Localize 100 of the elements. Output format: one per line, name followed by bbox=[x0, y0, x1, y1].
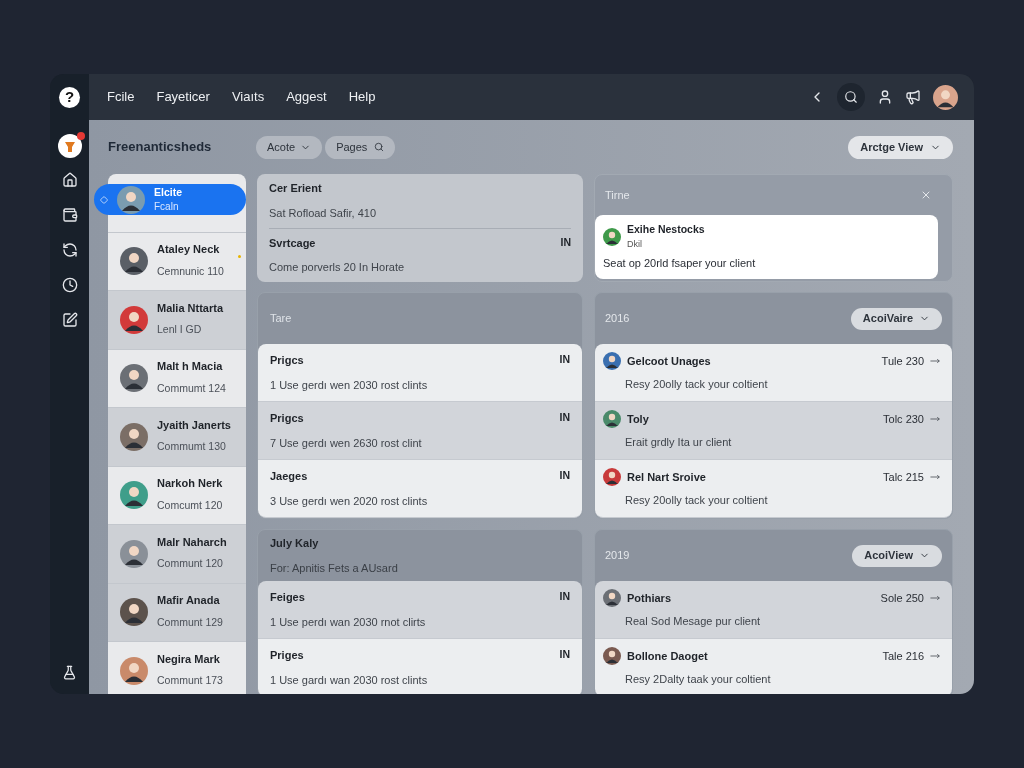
menu-item[interactable]: Help bbox=[348, 87, 376, 107]
group-title: 2016 bbox=[605, 311, 630, 327]
message-text: Erait grdly Ita ur client bbox=[624, 435, 733, 451]
contact-item[interactable]: Malt h Macia Commumt 124 bbox=[108, 349, 246, 408]
contact-item[interactable]: Ataley Neck Cemnunic 110 bbox=[108, 232, 246, 291]
search-icon bbox=[844, 90, 858, 104]
edit-icon[interactable] bbox=[61, 312, 78, 328]
group-title: July Kaly bbox=[270, 536, 320, 551]
avatar-icon bbox=[117, 185, 145, 214]
contact-subtitle: Communt 173 bbox=[157, 673, 223, 689]
message-time: Talc 215 bbox=[883, 470, 924, 485]
user-icon[interactable] bbox=[877, 89, 893, 105]
contact-item[interactable]: Narkoh Nerk Comcumt 120 bbox=[108, 466, 246, 525]
sender-name: Gelcoot Unages bbox=[627, 354, 711, 369]
message-text: Real Sod Mesage pur client bbox=[624, 614, 762, 630]
contact-subtitle: Fcaln bbox=[154, 200, 180, 213]
search-icon bbox=[374, 142, 385, 152]
contact-name: Malia Nttarta bbox=[157, 300, 224, 316]
filter-dropdown[interactable]: Acote bbox=[256, 135, 323, 159]
sender-meta: Dkil bbox=[627, 237, 643, 251]
group-title: 2019 bbox=[605, 548, 630, 564]
contact-subtitle: Commumt 130 bbox=[157, 439, 227, 455]
contact-name: Narkoh Nerk bbox=[157, 476, 223, 492]
contact-item[interactable]: Elcite Fcaln bbox=[94, 184, 246, 215]
contact-subtitle: Cemnunic 110 bbox=[157, 263, 224, 279]
view-dropdown[interactable]: AcoiView bbox=[852, 544, 942, 567]
item-tag: IN bbox=[559, 468, 570, 485]
contact-item[interactable]: Mafir Anada Communt 129 bbox=[108, 583, 246, 642]
sender-name: Rel Nart Sroive bbox=[627, 470, 706, 485]
message-item[interactable]: Toly Tolc 230 Erait grdly Ita ur client bbox=[595, 402, 952, 460]
contact-name: Mafir Anada bbox=[157, 593, 221, 609]
message-item[interactable]: Pothiars Sole 250 Real Sod Mesage pur client bbox=[595, 581, 952, 639]
avatar-icon bbox=[603, 410, 621, 429]
item-title: Jaeges bbox=[270, 469, 308, 484]
profile-avatar-icon[interactable] bbox=[57, 134, 82, 158]
menu-item[interactable]: Fcile bbox=[107, 87, 135, 107]
message-item[interactable]: Bollone Daoget Tale 216 Resy 2Dalty taak your coltient bbox=[595, 639, 952, 694]
megaphone-icon[interactable] bbox=[905, 89, 921, 105]
message-time: Tale 216 bbox=[882, 649, 924, 664]
page-title: Freenanticsheds bbox=[108, 138, 213, 157]
view-dropdown[interactable]: AcoiVaire bbox=[850, 307, 942, 330]
item-tag: IN bbox=[560, 234, 571, 252]
search-button[interactable] bbox=[837, 83, 865, 111]
refresh-icon[interactable] bbox=[61, 242, 78, 258]
list-item[interactable]: Priges IN 1 Use gardı wan 2030 rost clints bbox=[258, 639, 582, 694]
message-item[interactable]: Rel Nart Sroive Talc 215 Resy 20olly tack your coltient bbox=[595, 460, 952, 518]
avatar-icon bbox=[120, 247, 148, 276]
avatar-icon bbox=[120, 656, 148, 685]
item-tag: IN bbox=[559, 410, 570, 427]
item-tag: IN bbox=[559, 589, 570, 606]
search-field[interactable]: Pages bbox=[325, 135, 396, 159]
menu-item[interactable]: Fayeticer bbox=[156, 87, 210, 107]
item-title: Prigcs bbox=[270, 353, 304, 368]
item-tag: IN bbox=[559, 352, 570, 369]
avatar-icon bbox=[120, 481, 148, 510]
item-title: Priges bbox=[270, 648, 304, 663]
avatar-icon bbox=[120, 539, 148, 568]
user-avatar-icon bbox=[933, 84, 958, 110]
contact-subtitle: Communt 120 bbox=[157, 556, 224, 572]
clock-icon[interactable] bbox=[61, 277, 78, 293]
menu-item[interactable]: Aggest bbox=[286, 87, 327, 107]
avatar-icon bbox=[120, 422, 148, 451]
sender-name: Bollone Daoget bbox=[627, 649, 708, 664]
item-subtitle: Sat Rofload Safir, 410 bbox=[269, 205, 377, 221]
diamond-icon bbox=[100, 195, 108, 204]
list-item[interactable]: Feiges IN 1 Use perdı wan 2030 rnot clirts bbox=[258, 581, 582, 639]
sender-name: Toly bbox=[627, 412, 649, 427]
contact-subtitle: Communt 129 bbox=[157, 614, 223, 630]
list-item[interactable]: Jaeges IN 3 Use gerdı wen 2020 rost clints bbox=[258, 460, 582, 518]
panel-title: Tirne bbox=[605, 187, 630, 203]
contact-name: Ataley Neck bbox=[157, 242, 221, 258]
contact-item[interactable]: Malia Nttarta Lenl I GD bbox=[108, 291, 246, 350]
avatar-icon bbox=[603, 352, 621, 371]
view-dropdown[interactable]: Arctge View bbox=[848, 135, 953, 159]
menu-item[interactable]: Viaıts bbox=[231, 87, 265, 107]
avatar-icon bbox=[603, 647, 621, 666]
contact-item[interactable]: Jyaith Janerts Commumt 130 bbox=[108, 408, 246, 467]
wallet-icon[interactable] bbox=[61, 207, 78, 223]
item-subtitle: 1 Use gerdı wen 2030 rost clints bbox=[270, 377, 429, 393]
message-time: Tolc 230 bbox=[883, 412, 924, 427]
item-title: Cer Erient bbox=[269, 181, 322, 197]
home-icon[interactable] bbox=[61, 172, 78, 188]
message-time: Tule 230 bbox=[881, 354, 924, 369]
message-item[interactable]: Gelcoot Unages Tule 230 Resy 20olly tack your coltient bbox=[595, 344, 952, 402]
list-item[interactable]: Prigcs IN 7 Use gerdı wen 2630 rost clint bbox=[258, 402, 582, 460]
notification-card[interactable]: Exihe Nestocks Dkil Seat op 20rld fsaper your client bbox=[595, 215, 938, 279]
contact-item[interactable]: Malr Naharch Communt 120 bbox=[108, 525, 246, 584]
avatar-icon bbox=[120, 598, 148, 627]
item-subtitle: 7 Use gerdı wen 2630 rost clint bbox=[270, 435, 423, 451]
item-title: Feiges bbox=[270, 590, 305, 605]
contact-name: Jyaith Janerts bbox=[157, 417, 231, 433]
group-subtitle: For: Apnitis Fets a AUsard bbox=[270, 560, 399, 576]
item-subtitle: 1 Use gardı wan 2030 rost clints bbox=[270, 672, 429, 688]
contact-name: Elcite bbox=[154, 186, 182, 199]
notification-text: Seat op 20rld fsaper your client bbox=[603, 256, 757, 272]
help-icon[interactable]: ? bbox=[59, 86, 80, 108]
item-tag: IN bbox=[559, 647, 570, 664]
list-item[interactable]: Prigcs IN 1 Use gerdı wen 2030 rost clints bbox=[258, 344, 582, 402]
flask-icon[interactable] bbox=[62, 665, 77, 680]
contact-item[interactable]: Negira Mark Communt 173 bbox=[108, 642, 246, 694]
